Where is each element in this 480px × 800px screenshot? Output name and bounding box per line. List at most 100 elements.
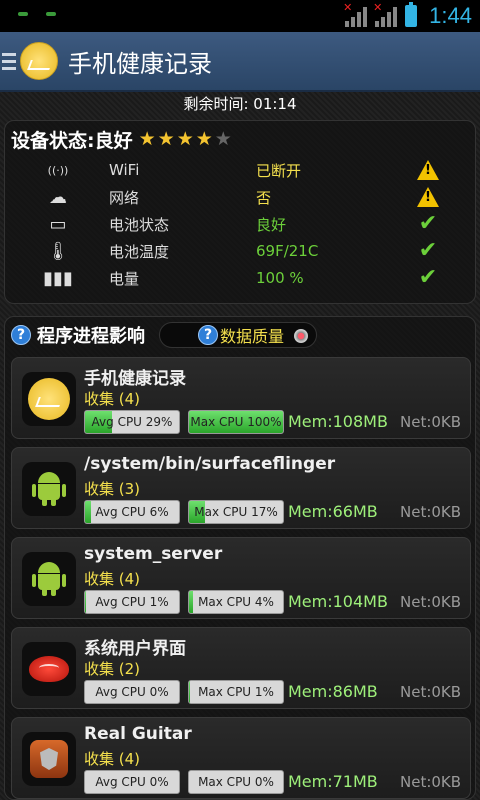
max-cpu-bar: Max CPU 0% — [188, 770, 284, 794]
avg-cpu-bar: Avg CPU 6% — [84, 500, 180, 524]
device-row-name: 网络 — [109, 188, 140, 207]
process-card[interactable]: /system/bin/surfaceflinger 收集 (3) Avg CPU … — [11, 447, 471, 529]
notification-icons — [18, 12, 56, 16]
device-row: ☁ 网络 否 — [5, 184, 477, 210]
process-name: 系统用户界面 — [84, 639, 186, 659]
avg-cpu-label: Avg CPU 1% — [95, 595, 169, 609]
max-cpu-bar: Max CPU 4% — [188, 590, 284, 614]
collect-count: 收集 (4) — [84, 390, 141, 408]
menu-icon[interactable] — [2, 52, 16, 70]
process-card[interactable]: system_server 收集 (4) Avg CPU 1% Max CPU 4% M… — [11, 537, 471, 619]
record-indicator-icon — [294, 329, 308, 343]
process-name: Real Guitar — [84, 724, 192, 744]
guitar-icon — [22, 732, 76, 786]
max-cpu-bar: Max CPU 100% — [188, 410, 284, 434]
clock: 1:44 — [429, 3, 472, 28]
avg-cpu-bar: Avg CPU 29% — [84, 410, 180, 434]
collect-count: 收集 (3) — [84, 480, 141, 498]
signal-icon: ✕ — [343, 1, 368, 27]
device-row: ▭ 电池状态 良好 ✔ — [5, 211, 477, 237]
jellybean-icon — [22, 642, 76, 696]
process-name: system_server — [84, 544, 223, 564]
status-bar: ✕ ✕ 1:44 — [0, 0, 480, 32]
avg-cpu-bar: Avg CPU 1% — [84, 590, 180, 614]
android-icon — [22, 552, 76, 606]
device-row-value: 良好 — [256, 215, 287, 234]
device-row-value: 100 % — [256, 269, 304, 287]
process-card[interactable]: Real Guitar 收集 (4) Avg CPU 0% Max CPU 0% Mem… — [11, 717, 471, 799]
memory-usage: Mem:104MB — [288, 592, 388, 611]
star-icon: ★ — [214, 127, 232, 150]
device-row-name: WiFi — [109, 161, 140, 179]
device-row: ▮▮▮ 电量 100 % ✔ — [5, 265, 477, 291]
android-icon — [22, 462, 76, 516]
max-cpu-label: Max CPU 17% — [194, 505, 278, 519]
health-app-icon — [22, 372, 76, 426]
avg-cpu-label: Avg CPU 29% — [91, 415, 173, 429]
star-icon: ★ — [138, 127, 156, 150]
remaining-time: 剩余时间: 01:14 — [183, 95, 297, 113]
battery-status-icon: ▭ — [49, 213, 67, 235]
signal-icon-2: ✕ — [373, 1, 398, 27]
rating-stars: ★ ★ ★ ★ ★ — [138, 127, 232, 150]
check-icon: ✔ — [418, 238, 438, 263]
avg-cpu-label: Avg CPU 0% — [95, 685, 169, 699]
process-name: 手机健康记录 — [84, 369, 186, 389]
app-logo-icon[interactable] — [20, 42, 58, 80]
device-row-value: 69F/21C — [256, 242, 319, 260]
star-icon: ★ — [157, 127, 175, 150]
max-cpu-label: Max CPU 0% — [198, 775, 274, 789]
device-row-value: 已断开 — [256, 161, 302, 180]
battery-icon — [405, 2, 418, 27]
check-icon: ✔ — [418, 265, 438, 290]
network-usage: Net:0KB — [400, 683, 462, 701]
avg-cpu-label: Avg CPU 6% — [95, 505, 169, 519]
collect-count: 收集 (2) — [84, 660, 141, 678]
help-icon[interactable]: ? — [198, 325, 218, 345]
title-bar: 手机健康记录 — [0, 32, 480, 92]
battery-level-icon: ▮▮▮ — [43, 267, 73, 289]
network-usage: Net:0KB — [400, 503, 462, 521]
data-quality-toggle[interactable]: ? 数据质量 — [159, 322, 317, 348]
process-impact-label: 程序进程影响 — [37, 326, 145, 347]
process-name: /system/bin/surfaceflinger — [84, 454, 336, 474]
cloud-icon: ☁ — [49, 186, 67, 208]
memory-usage: Mem:108MB — [288, 412, 388, 431]
page-title: 手机健康记录 — [68, 49, 212, 78]
memory-usage: Mem:71MB — [288, 772, 378, 791]
warning-icon — [415, 184, 441, 210]
device-row-name: 电池温度 — [109, 242, 170, 261]
max-cpu-bar: Max CPU 1% — [188, 680, 284, 704]
thermometer-icon: 🌡 — [46, 240, 70, 262]
data-quality-label: 数据质量 — [220, 327, 285, 346]
network-usage: Net:0KB — [400, 773, 462, 791]
device-row-name: 电池状态 — [109, 215, 170, 234]
device-row: ((·)) WiFi 已断开 — [5, 157, 477, 183]
device-row-value: 否 — [256, 188, 272, 207]
process-card[interactable]: 手机健康记录 收集 (4) Avg CPU 29% Max CPU 100% Mem:1… — [11, 357, 471, 439]
help-icon[interactable]: ? — [11, 325, 31, 345]
memory-usage: Mem:66MB — [288, 502, 378, 521]
warning-icon — [415, 157, 441, 183]
network-usage: Net:0KB — [400, 413, 462, 431]
max-cpu-label: Max CPU 4% — [198, 595, 274, 609]
main-content: 剩余时间: 01:14 设备状态:良好 ★★★★★ ((·))WiFi已断开☁网… — [0, 92, 480, 800]
max-cpu-bar: Max CPU 17% — [188, 500, 284, 524]
max-cpu-label: Max CPU 1% — [198, 685, 274, 699]
check-icon: ✔ — [418, 211, 438, 236]
collect-count: 收集 (4) — [84, 570, 141, 588]
avg-cpu-bar: Avg CPU 0% — [84, 680, 180, 704]
avg-cpu-label: Avg CPU 0% — [95, 775, 169, 789]
device-row: 🌡 电池温度 69F/21C ✔ — [5, 238, 477, 264]
network-usage: Net:0KB — [400, 593, 462, 611]
device-row-name: 电量 — [109, 269, 140, 288]
star-icon: ★ — [176, 127, 194, 150]
avg-cpu-bar: Avg CPU 0% — [84, 770, 180, 794]
process-card[interactable]: 系统用户界面 收集 (2) Avg CPU 0% Max CPU 1% Mem:86MB… — [11, 627, 471, 709]
star-icon: ★ — [195, 127, 213, 150]
max-cpu-label: Max CPU 100% — [190, 415, 282, 429]
process-panel: ? 程序进程影响 ? 数据质量 手机健康记录 收集 (4) Avg CPU 29% M… — [4, 316, 476, 800]
device-status-panel: 设备状态:良好 ★★★★★ ((·))WiFi已断开☁网络否▭电池状态良好✔🌡电… — [4, 120, 476, 304]
device-status-label: 设备状态:良好 — [11, 129, 133, 152]
memory-usage: Mem:86MB — [288, 682, 378, 701]
